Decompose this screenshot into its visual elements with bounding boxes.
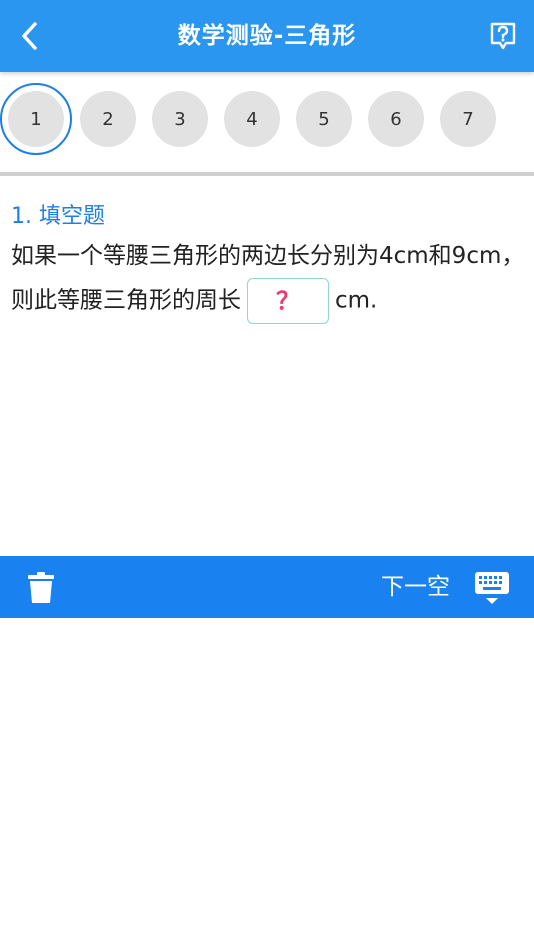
question-text-after: cm.: [335, 287, 378, 314]
question-number-2[interactable]: 2: [80, 91, 136, 147]
keyboard-icon: [475, 572, 509, 604]
question-number-1[interactable]: 1: [0, 83, 72, 155]
nav-divider: [0, 172, 534, 176]
keyboard-button[interactable]: [470, 568, 514, 608]
question-content: 1. 填空题 如果一个等腰三角形的两边长分别为4cm和9cm，则此等腰三角形的周…: [11, 200, 527, 324]
page-title: 数学测验-三角形: [177, 23, 357, 49]
question-title: 1. 填空题: [11, 204, 105, 229]
question-number-4[interactable]: 4: [224, 91, 280, 147]
question-number-5[interactable]: 5: [296, 91, 352, 147]
question-number-6[interactable]: 6: [368, 91, 424, 147]
question-nav: 1 2 3 4 5 6 7: [0, 82, 534, 158]
question-text: 如果一个等腰三角形的两边长分别为4cm和9cm，则此等腰三角形的周长？ cm.: [11, 234, 527, 324]
bottom-toolbar: 下一空: [0, 556, 534, 618]
header-bar: 数学测验-三角形: [0, 0, 534, 72]
help-button[interactable]: [486, 18, 520, 54]
answer-blank[interactable]: ？: [247, 278, 329, 324]
delete-button[interactable]: [22, 569, 60, 607]
trash-icon: [28, 572, 54, 603]
question-number-7[interactable]: 7: [440, 91, 496, 147]
app: 数学测验-三角形 1 2 3 4 5 6 7 1. 填空题 如果一个等腰三角形的…: [0, 0, 534, 950]
next-blank-button[interactable]: 下一空: [381, 556, 450, 618]
help-icon: [490, 22, 516, 50]
question-number-3[interactable]: 3: [152, 91, 208, 147]
